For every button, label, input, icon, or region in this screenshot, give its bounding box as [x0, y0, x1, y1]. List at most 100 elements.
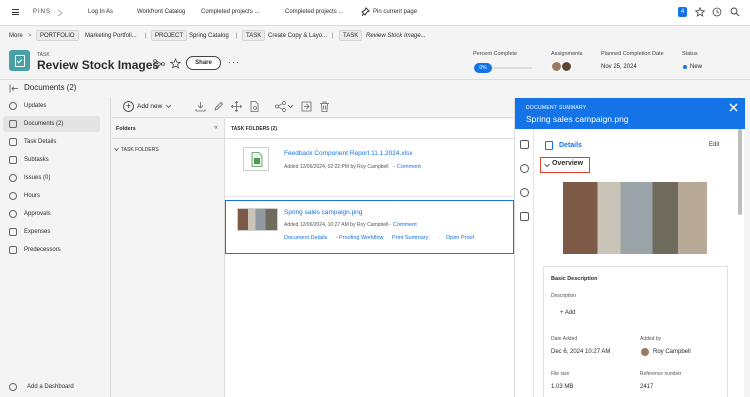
- document-row-selected[interactable]: Spring sales campaign.png Added 12/06/20…: [225, 200, 514, 254]
- added-by-value[interactable]: Roy Campbell: [653, 349, 691, 355]
- sidebar-item-label: Issues (0): [24, 175, 51, 181]
- breadcrumb-separator: >: [28, 33, 32, 39]
- collapse-folders-icon[interactable]: «: [214, 124, 218, 131]
- favorite-star-icon[interactable]: [170, 58, 181, 69]
- document-name-link[interactable]: Feedback Component Report 11.1.2024.xlsx: [284, 150, 413, 157]
- document-name-link[interactable]: Spring sales campaign.png: [284, 209, 362, 216]
- star-icon[interactable]: [695, 7, 705, 17]
- edit-button[interactable]: Edit: [709, 142, 719, 148]
- pins-label: PINS: [33, 9, 52, 15]
- pin-item[interactable]: Log In As: [88, 9, 113, 15]
- add-description-button[interactable]: + Add: [560, 310, 576, 316]
- notification-badge[interactable]: 4: [678, 7, 687, 17]
- document-details-link[interactable]: Document Details: [284, 235, 327, 241]
- sidebar-item-label: Expenses: [24, 229, 51, 235]
- open-proof-link[interactable]: Open Proof: [446, 235, 474, 241]
- pin-item[interactable]: Workfront Catalog: [137, 9, 185, 15]
- add-new-button[interactable]: Add new: [137, 103, 162, 110]
- add-dashboard-button[interactable]: Add a Dashboard: [3, 379, 100, 395]
- avatar: [640, 347, 650, 357]
- folders-title: Folders: [116, 126, 136, 132]
- sidebar-item-expenses[interactable]: Expenses: [3, 224, 100, 240]
- divider: [112, 138, 225, 139]
- more-options-icon[interactable]: ···: [228, 57, 240, 67]
- file-size-value: 1.03 MB: [551, 384, 574, 390]
- details-icon[interactable]: [520, 140, 529, 149]
- comments-icon[interactable]: [520, 164, 529, 173]
- scrollbar[interactable]: [738, 129, 742, 215]
- proofing-workflow-link[interactable]: Proofing Workflow: [339, 235, 384, 241]
- pin-item[interactable]: Completed projects ...: [285, 9, 343, 15]
- sidebar-item-label: Approvals: [24, 211, 51, 217]
- pin-icon[interactable]: [361, 7, 370, 17]
- avatar[interactable]: [561, 61, 572, 72]
- workflow-icon[interactable]: [153, 59, 165, 69]
- breadcrumb-type-badge: PORTFOLIO: [36, 30, 79, 41]
- planned-completion-value[interactable]: Nov 25, 2024: [601, 64, 637, 70]
- chevron-down-icon[interactable]: [114, 147, 119, 152]
- page-title: Review Stock Images: [37, 58, 160, 72]
- download-icon[interactable]: [195, 101, 206, 112]
- move-icon[interactable]: [231, 101, 242, 112]
- file-size-label: File size: [551, 371, 570, 377]
- comment-link[interactable]: Comment: [393, 222, 417, 228]
- recents-icon[interactable]: [712, 7, 722, 17]
- document-thumbnail: [243, 147, 269, 171]
- reference-number-label: Reference number: [640, 371, 682, 377]
- percent-complete-bar: [492, 67, 532, 69]
- pin-item[interactable]: Completed projects ...: [201, 9, 259, 15]
- edit-icon[interactable]: [213, 101, 224, 112]
- task-folders-tree-item[interactable]: TASK FOLDERS: [121, 147, 159, 153]
- document-preview-icon[interactable]: [249, 101, 260, 112]
- sidebar-item-label: Task Details: [24, 139, 57, 145]
- sidebar-item-issues[interactable]: Issues (0): [3, 170, 100, 186]
- added-by-label: Added by: [640, 336, 662, 342]
- breadcrumb-task[interactable]: Create Copy & Layo...: [268, 31, 327, 42]
- document-check-icon[interactable]: [520, 212, 529, 221]
- upload-version-icon[interactable]: [301, 101, 312, 112]
- sidebar-item-label: Subtasks: [24, 157, 49, 163]
- plus-circle-icon[interactable]: +: [123, 101, 134, 112]
- sidebar-item-approvals[interactable]: Approvals: [3, 206, 100, 222]
- overview-toggle[interactable]: Overview: [540, 157, 590, 173]
- trash-icon[interactable]: [319, 101, 330, 112]
- breadcrumb-more[interactable]: More: [9, 31, 23, 42]
- chevron-down-icon[interactable]: [165, 104, 172, 109]
- sidebar-item-task-details[interactable]: Task Details: [3, 134, 100, 150]
- sidebar-item-updates[interactable]: Updates: [3, 98, 100, 114]
- summary-document-name: Spring sales campaign.png: [526, 114, 629, 124]
- overview-label: Overview: [552, 160, 584, 167]
- meta-dash: -: [389, 222, 391, 228]
- print-summary-link[interactable]: Print Summary: [392, 235, 428, 241]
- date-added-value: Dec 6, 2024 10:27 AM: [551, 349, 611, 355]
- comment-link[interactable]: Comment: [397, 164, 421, 170]
- sidebar-item-subtasks[interactable]: Subtasks: [3, 152, 100, 168]
- breadcrumb-portfolio[interactable]: Marketing Portfoli...: [85, 31, 137, 42]
- collapse-panel-icon[interactable]: [9, 84, 19, 93]
- close-icon[interactable]: [729, 103, 738, 112]
- sidebar-item-hours[interactable]: Hours: [3, 188, 100, 204]
- search-icon[interactable]: [730, 7, 740, 17]
- share-button[interactable]: Share: [186, 56, 221, 70]
- issues-icon: [9, 174, 17, 182]
- approval-check-icon[interactable]: [520, 188, 529, 197]
- percent-complete-value[interactable]: 0%: [474, 63, 492, 73]
- document-list: TASK FOLDERS (2) Feedback Component Repo…: [225, 119, 514, 397]
- pin-current-page-button[interactable]: Pin current page: [373, 9, 417, 15]
- breadcrumb-type-badge: TASK: [242, 30, 266, 41]
- sidebar-item-documents[interactable]: Documents (2): [3, 116, 100, 132]
- chevron-down-icon[interactable]: [287, 104, 294, 109]
- share-icon[interactable]: [275, 101, 286, 112]
- sidebar-item-predecessors[interactable]: Predecessors: [3, 242, 100, 258]
- planned-completion-label: Planned Completion Date: [601, 51, 664, 57]
- folders-panel: Folders « TASK FOLDERS: [112, 119, 225, 397]
- menu-icon[interactable]: [12, 9, 19, 15]
- documents-icon: [9, 120, 17, 128]
- document-row[interactable]: Feedback Component Report 11.1.2024.xlsx…: [225, 139, 514, 197]
- breadcrumb-project[interactable]: Spring Catalog: [189, 31, 229, 42]
- task-icon: [9, 50, 30, 71]
- status-label: Status: [682, 51, 698, 57]
- details-document-icon: [545, 141, 553, 150]
- breadcrumb-separator: |: [145, 33, 147, 39]
- status-value[interactable]: New: [690, 64, 702, 70]
